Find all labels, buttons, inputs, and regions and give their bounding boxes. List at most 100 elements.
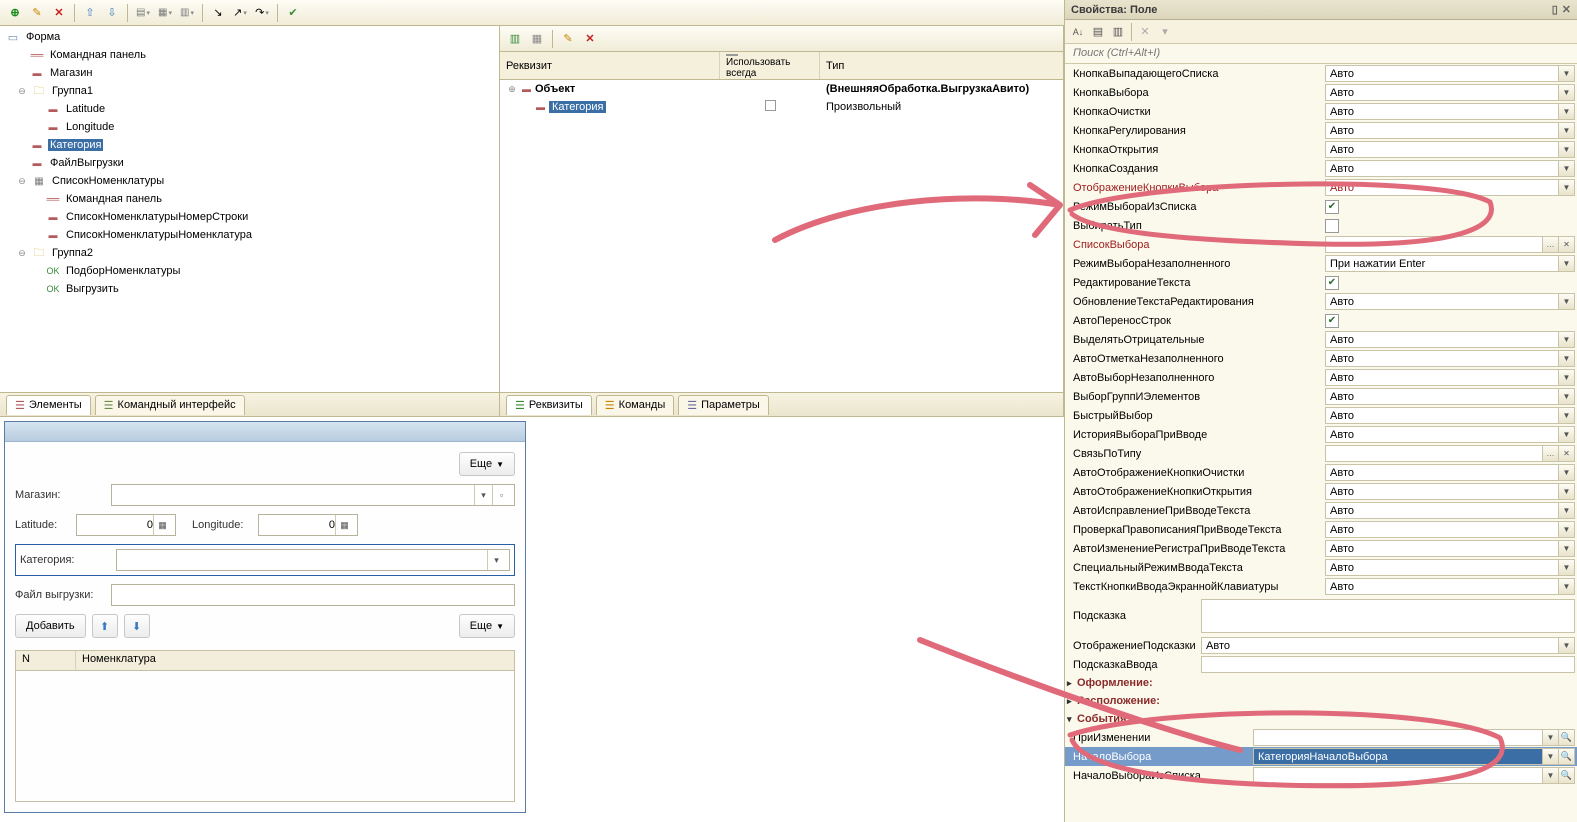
prop-row[interactable]: АвтоОтображениеКнопкиОчисткиАвто▼ — [1065, 463, 1577, 482]
event-handler-field[interactable] — [1253, 767, 1543, 784]
prop-row[interactable]: СпециальныйРежимВводаТекстаАвто▼ — [1065, 558, 1577, 577]
dropdown-icon[interactable]: ▾ — [474, 485, 492, 505]
prop-value[interactable]: ✔ — [1325, 314, 1575, 328]
prop-field[interactable]: Авто — [1325, 65, 1559, 82]
prop-value[interactable]: …✕ — [1325, 445, 1575, 462]
dropdown-icon[interactable]: ▼ — [1559, 637, 1575, 654]
prop-value[interactable]: Авто▼ — [1325, 388, 1575, 405]
tab-parameters[interactable]: ☰ Параметры — [678, 395, 769, 415]
prop-field[interactable]: Авто — [1325, 369, 1559, 386]
dropdown-icon[interactable]: ▼ — [1543, 767, 1559, 784]
dropdown-icon[interactable]: ▼ — [1559, 293, 1575, 310]
calc-icon[interactable]: ▦ — [153, 515, 171, 535]
prop-field[interactable] — [1201, 656, 1575, 673]
tab-requisites[interactable]: ☰ Реквизиты — [506, 395, 592, 415]
checkbox[interactable] — [765, 100, 776, 111]
req-col-use[interactable]: Использовать всегда — [720, 52, 820, 79]
dropdown-icon[interactable]: ▼ — [1559, 331, 1575, 348]
req-add-button[interactable]: ▦ — [528, 30, 546, 48]
req-add-column[interactable]: ▥ — [506, 30, 524, 48]
prop-value[interactable]: При нажатии Enter▼ — [1325, 255, 1575, 272]
expand-icon[interactable]: ⊖ — [16, 176, 28, 187]
view-mode-2-button[interactable]: ▦ — [156, 4, 174, 22]
prop-field[interactable]: Авто — [1325, 540, 1559, 557]
prop-row[interactable]: НачалоВыбораКатегорияНачалоВыбора▼🔍 — [1065, 747, 1577, 766]
prop-value[interactable]: Авто▼ — [1325, 179, 1575, 196]
prop-value[interactable]: Авто▼ — [1325, 521, 1575, 538]
prop-field[interactable]: Авто — [1325, 103, 1559, 120]
prop-field[interactable]: Авто — [1325, 502, 1559, 519]
prop-value[interactable]: …✕ — [1325, 236, 1575, 253]
prop-value[interactable]: Авто▼ — [1201, 637, 1575, 654]
prop-field[interactable]: Авто — [1325, 350, 1559, 367]
move-down-button[interactable]: ⬇ — [124, 614, 150, 638]
prop-value[interactable]: ▼🔍 — [1253, 767, 1575, 784]
properties-body[interactable]: КнопкаВыпадающегоСпискаАвто▼КнопкаВыбора… — [1065, 64, 1577, 822]
prop-row[interactable]: РедактированиеТекста✔ — [1065, 273, 1577, 292]
tab-cmd-interface[interactable]: ☰ Командный интерфейс — [95, 395, 245, 415]
prop-row[interactable]: АвтоПереносСтрок✔ — [1065, 311, 1577, 330]
prop-row[interactable]: АвтоИсправлениеПриВводеТекстаАвто▼ — [1065, 501, 1577, 520]
filter-icon[interactable]: ▥ — [1109, 23, 1127, 41]
prop-row[interactable]: БыстрыйВыборАвто▼ — [1065, 406, 1577, 425]
checkbox[interactable]: ✔ — [1325, 200, 1339, 214]
clear-icon[interactable]: ✕ — [1559, 445, 1575, 462]
prop-value[interactable]: Авто▼ — [1325, 350, 1575, 367]
hint-textarea[interactable] — [1201, 599, 1575, 633]
tree-node-group2[interactable]: ⊖ 🗀 Группа2 — [0, 244, 499, 262]
prop-field[interactable] — [1325, 236, 1543, 253]
link-2-icon[interactable]: ↗ — [231, 4, 249, 22]
prop-row[interactable]: ТекстКнопкиВводаЭкраннойКлавиатурыАвто▼ — [1065, 577, 1577, 596]
prop-row[interactable]: СписокВыбора…✕ — [1065, 235, 1577, 254]
req-row-object[interactable]: ⊕ ▬ Объект (ВнешняяОбработка.ВыгрузкаАви… — [500, 80, 1063, 98]
prop-row[interactable]: СвязьПоТипу…✕ — [1065, 444, 1577, 463]
prop-value[interactable]: Авто▼ — [1325, 578, 1575, 595]
calc-icon[interactable]: ▦ — [335, 515, 353, 535]
prop-field[interactable]: Авто — [1325, 464, 1559, 481]
checkbox[interactable]: ✔ — [1325, 276, 1339, 290]
prop-row[interactable]: КнопкаОчисткиАвто▼ — [1065, 102, 1577, 121]
move-up-button[interactable]: ⇧ — [81, 4, 99, 22]
prop-row[interactable]: НачалоВыбораИзСписка▼🔍 — [1065, 766, 1577, 785]
properties-search[interactable] — [1065, 44, 1577, 64]
tab-commands[interactable]: ☰ Команды — [596, 395, 674, 415]
edit-button[interactable]: ✎ — [28, 4, 46, 22]
dropdown-icon[interactable]: ▼ — [1559, 521, 1575, 538]
event-handler-field[interactable]: КатегорияНачалоВыбора — [1253, 748, 1543, 765]
prop-row[interactable]: АвтоОтображениеКнопкиОткрытияАвто▼ — [1065, 482, 1577, 501]
more-button-table[interactable]: Еще ▼ — [459, 614, 515, 638]
open-icon[interactable]: ▫ — [492, 485, 510, 505]
dropdown-icon[interactable]: ▼ — [1559, 103, 1575, 120]
view-mode-1-button[interactable]: ▤ — [134, 4, 152, 22]
magnify-icon[interactable]: 🔍 — [1559, 767, 1575, 784]
clear-icon[interactable]: ✕ — [1136, 23, 1154, 41]
dropdown-icon[interactable]: ▼ — [1559, 122, 1575, 139]
prop-row[interactable]: ОтображениеКнопкиВыбораАвто▼ — [1065, 178, 1577, 197]
section-events[interactable]: ▾События: — [1065, 710, 1577, 728]
prop-field[interactable]: Авто — [1325, 426, 1559, 443]
dropdown-icon[interactable]: ▼ — [1559, 369, 1575, 386]
tree-node-magazin[interactable]: ▬ Магазин — [0, 64, 499, 82]
magnify-icon[interactable]: 🔍 — [1559, 729, 1575, 746]
magazin-input[interactable]: ▾ ▫ — [111, 484, 515, 506]
prop-field[interactable] — [1325, 445, 1543, 462]
expand-icon[interactable]: ⊖ — [16, 248, 28, 259]
tree-node-spisoknom[interactable]: ⊖ ▦ СписокНоменклатуры — [0, 172, 499, 190]
move-down-button[interactable]: ⇩ — [103, 4, 121, 22]
dropdown-icon[interactable]: ▼ — [1559, 464, 1575, 481]
chevron-down-icon[interactable]: ▾ — [1156, 23, 1174, 41]
prop-field[interactable]: Авто — [1325, 388, 1559, 405]
file-input[interactable] — [111, 584, 515, 606]
more-button-top[interactable]: Еще ▼ — [459, 452, 515, 476]
prop-row[interactable]: КнопкаВыпадающегоСпискаАвто▼ — [1065, 64, 1577, 83]
link-3-icon[interactable]: ↷ — [253, 4, 271, 22]
req-body[interactable]: ⊕ ▬ Объект (ВнешняяОбработка.ВыгрузкаАви… — [500, 80, 1063, 392]
prop-field[interactable]: Авто — [1325, 84, 1559, 101]
prop-value[interactable]: Авто▼ — [1325, 141, 1575, 158]
form-tree[interactable]: ▭ Форма ══ Командная панель ▬ Магазин ⊖ … — [0, 26, 499, 392]
tree-node-latitude[interactable]: ▬ Latitude — [0, 100, 499, 118]
prop-value[interactable] — [1325, 219, 1575, 233]
prop-value[interactable]: Авто▼ — [1325, 540, 1575, 557]
prop-row[interactable]: АвтоИзменениеРегистраПриВводеТекстаАвто▼ — [1065, 539, 1577, 558]
prop-value[interactable]: Авто▼ — [1325, 103, 1575, 120]
